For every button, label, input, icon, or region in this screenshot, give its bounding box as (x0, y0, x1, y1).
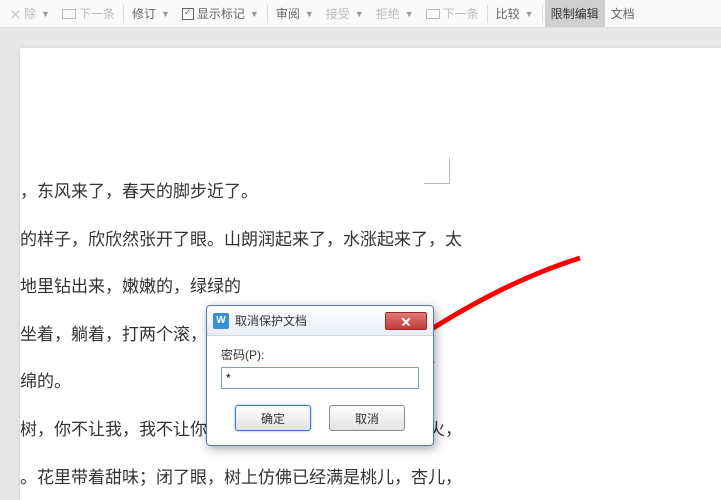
review-label: 审阅 (276, 5, 300, 22)
toolbar-separator (123, 5, 124, 23)
close-icon (401, 316, 411, 326)
password-input[interactable] (221, 367, 419, 389)
toolbar-separator (267, 5, 268, 23)
chevron-down-icon: ▼ (41, 9, 50, 19)
paragraph: 地里钻出来，嫩嫩的，绿绿的 (20, 263, 721, 311)
chevron-down-icon: ▼ (355, 9, 364, 19)
next-comment-button[interactable]: 下一条 (56, 0, 121, 27)
show-markup-button[interactable]: 显示标记 ▼ (176, 0, 265, 27)
reject-button[interactable]: 拒绝 ▼ (370, 0, 420, 27)
page-margin-marker (424, 158, 450, 184)
next-change-label: 下一条 (443, 5, 479, 22)
dialog-title: 取消保护文档 (235, 312, 307, 329)
delete-button[interactable]: 除 ▼ (4, 0, 56, 27)
accept-button[interactable]: 接受 ▼ (320, 0, 370, 27)
show-markup-label: 显示标记 (197, 5, 245, 22)
paragraph: 的样子，欣欣然张开了眼。山朗润起来了，水涨起来了，太 (20, 216, 721, 264)
toolbar-separator (542, 5, 543, 23)
next-icon (62, 9, 76, 19)
chevron-down-icon: ▼ (405, 9, 414, 19)
chevron-down-icon: ▼ (305, 9, 314, 19)
compare-label: 比较 (496, 5, 520, 22)
document-viewport[interactable]: ，东风来了，春天的脚步近了。 的样子，欣欣然张开了眼。山朗润起来了，水涨起来了，… (0, 28, 721, 500)
ok-button[interactable]: 确定 (235, 405, 311, 431)
delete-icon (10, 8, 21, 19)
app-icon: W (213, 313, 229, 329)
paragraph: 。花里带着甜味；闭了眼，树上仿佛已经满是桃儿，杏儿， (20, 454, 721, 500)
next-change-button[interactable]: 下一条 (420, 0, 485, 27)
dialog-titlebar[interactable]: W 取消保护文档 (207, 306, 433, 336)
chevron-down-icon: ▼ (525, 9, 534, 19)
accept-label: 接受 (326, 5, 350, 22)
delete-label: 除 (24, 5, 36, 22)
next-label: 下一条 (79, 5, 115, 22)
next-icon (426, 9, 440, 19)
track-changes-label: 修订 (132, 5, 156, 22)
restrict-editing-button[interactable]: 限制编辑 (545, 0, 605, 27)
close-button[interactable] (385, 312, 427, 330)
track-changes-button[interactable]: 修订 ▼ (126, 0, 176, 27)
restrict-editing-label: 限制编辑 (551, 5, 599, 22)
document-label: 文档 (611, 5, 635, 22)
markup-icon (182, 8, 194, 20)
dialog-actions: 确定 取消 (207, 395, 433, 445)
dialog-body: 密码(P): (207, 336, 433, 395)
compare-button[interactable]: 比较 ▼ (490, 0, 540, 27)
chevron-down-icon: ▼ (161, 9, 170, 19)
paragraph: ，东风来了，春天的脚步近了。 (20, 168, 721, 216)
review-button[interactable]: 审阅 ▼ (270, 0, 320, 27)
toolbar: 除 ▼ 下一条 修订 ▼ 显示标记 ▼ 审阅 ▼ 接受 ▼ 拒绝 ▼ 下一条 比… (0, 0, 721, 28)
cancel-button[interactable]: 取消 (329, 405, 405, 431)
reject-label: 拒绝 (376, 5, 400, 22)
toolbar-separator (487, 5, 488, 23)
chevron-down-icon: ▼ (250, 9, 259, 19)
password-label: 密码(P): (221, 346, 419, 363)
unprotect-document-dialog: W 取消保护文档 密码(P): 确定 取消 (206, 305, 434, 446)
document-button[interactable]: 文档 (605, 0, 641, 27)
